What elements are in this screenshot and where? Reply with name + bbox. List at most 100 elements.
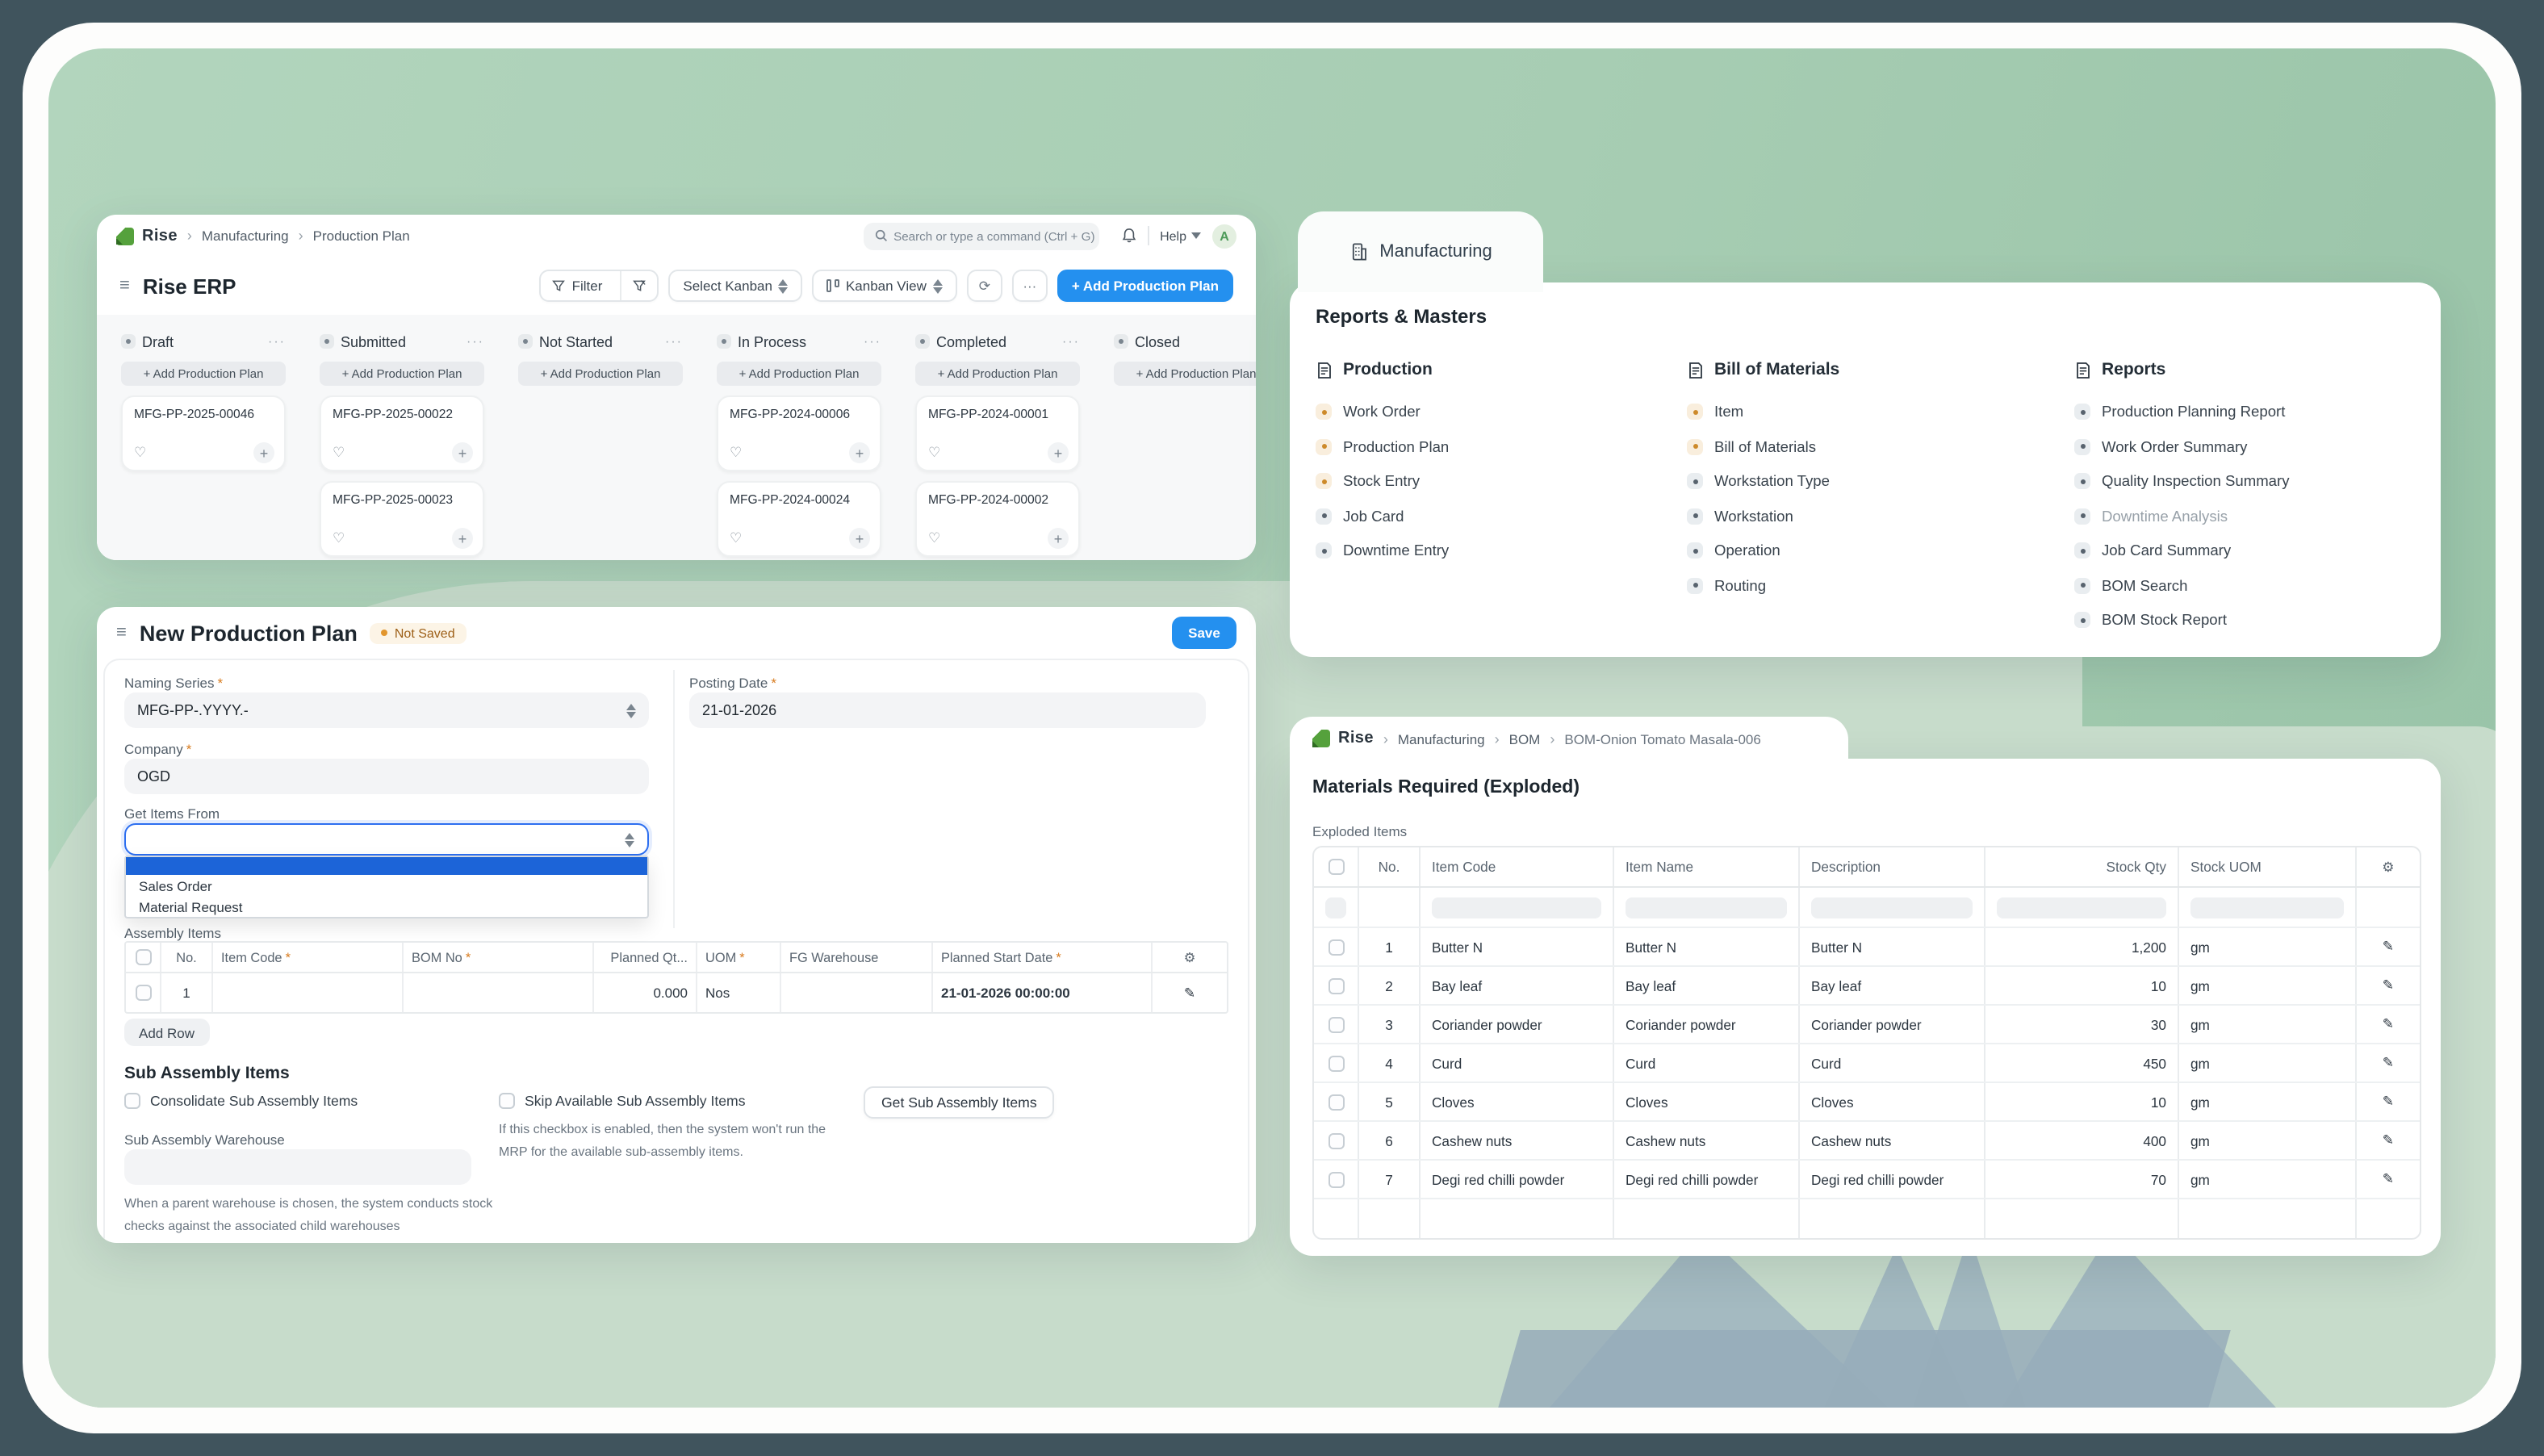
column-add-button[interactable]: + Add Production Plan [915, 362, 1080, 386]
row-bom-no[interactable] [404, 973, 594, 1012]
column-add-button[interactable]: + Add Production Plan [121, 362, 286, 386]
col-header-fg-warehouse[interactable]: FG Warehouse [781, 943, 933, 972]
select-all-checkbox[interactable] [126, 943, 161, 972]
consolidate-checkbox[interactable] [124, 1093, 140, 1109]
link-production-plan[interactable]: Production Plan [1316, 437, 1671, 456]
link-production-planning-report[interactable]: Production Planning Report [2074, 402, 2429, 421]
more-menu-button[interactable]: ··· [1012, 270, 1048, 302]
assign-plus-icon[interactable]: + [1048, 528, 1069, 549]
filter-input[interactable] [1432, 897, 1601, 918]
refresh-button[interactable]: ⟳ [967, 270, 1002, 302]
row-edit-pencil-icon[interactable]: ✎ [2357, 928, 2420, 965]
filter-button[interactable]: Filter [542, 271, 614, 300]
rise-logo-icon[interactable] [116, 227, 134, 245]
table-settings-gear-icon[interactable]: ⚙ [1153, 943, 1227, 972]
column-menu-icon[interactable]: ··· [467, 334, 484, 349]
column-add-button[interactable]: + Add Production Plan [518, 362, 683, 386]
skip-checkbox-row[interactable]: Skip Available Sub Assembly Items [499, 1093, 746, 1109]
avatar[interactable]: A [1212, 224, 1236, 248]
link-job-card[interactable]: Job Card [1316, 506, 1671, 525]
help-menu[interactable]: Help [1160, 228, 1201, 243]
bell-icon[interactable] [1121, 228, 1136, 244]
breadcrumb-production-plan[interactable]: Production Plan [313, 228, 410, 244]
assign-plus-icon[interactable]: + [253, 442, 274, 463]
kanban-card[interactable]: MFG-PP-2024-00006 ♡ + [717, 395, 881, 471]
dropdown-option-material-request[interactable]: Material Request [126, 896, 647, 917]
assign-plus-icon[interactable]: + [452, 528, 473, 549]
col-header-planned-start-date[interactable]: Planned Start Date* [933, 943, 1153, 972]
row-edit-pencil-icon[interactable]: ✎ [2357, 967, 2420, 1004]
global-search-input[interactable]: Search or type a command (Ctrl + G) [863, 222, 1098, 249]
row-uom[interactable]: Nos [697, 973, 781, 1012]
column-menu-icon[interactable]: ··· [1062, 334, 1080, 349]
col-header-planned-qty[interactable]: Planned Qt... [594, 943, 697, 972]
row-checkbox[interactable] [1314, 967, 1359, 1004]
bom-table-row[interactable]: 4 Curd Curd Curd 450 gm ✎ [1314, 1044, 2420, 1083]
filter-input[interactable] [1997, 897, 2166, 918]
row-checkbox[interactable] [1314, 1122, 1359, 1159]
assign-plus-icon[interactable]: + [452, 442, 473, 463]
link-routing[interactable]: Routing [1687, 575, 2042, 595]
consolidate-checkbox-row[interactable]: Consolidate Sub Assembly Items [124, 1093, 358, 1109]
row-checkbox[interactable] [1314, 1083, 1359, 1120]
row-checkbox[interactable] [126, 973, 161, 1012]
filter-input[interactable] [1325, 897, 1346, 918]
column-menu-icon[interactable]: ··· [268, 334, 286, 349]
row-checkbox[interactable] [1314, 1044, 1359, 1082]
get-items-from-select[interactable] [124, 823, 649, 856]
link-bill-of-materials[interactable]: Bill of Materials [1687, 437, 2042, 456]
heart-icon[interactable]: ♡ [730, 444, 742, 462]
save-button[interactable]: Save [1172, 617, 1236, 649]
column-menu-icon[interactable]: ··· [864, 334, 881, 349]
kanban-view-dropdown[interactable]: Kanban View [813, 270, 957, 302]
col-header-item-code[interactable]: Item Code [1421, 847, 1614, 886]
brand-name[interactable]: Rise [142, 227, 178, 245]
naming-series-select[interactable]: MFG-PP-.YYYY.- [124, 692, 649, 728]
link-work-order[interactable]: Work Order [1316, 402, 1671, 421]
kanban-card[interactable]: MFG-PP-2024-00001 ♡ + [915, 395, 1080, 471]
col-header-bom-no[interactable]: BOM No* [404, 943, 594, 972]
assign-plus-icon[interactable]: + [849, 528, 870, 549]
table-settings-gear-icon[interactable]: ⚙ [2357, 847, 2420, 886]
col-header-stock-qty[interactable]: Stock Qty [1985, 847, 2179, 886]
heart-icon[interactable]: ♡ [134, 444, 146, 462]
row-checkbox[interactable] [1314, 1006, 1359, 1043]
link-operation[interactable]: Operation [1687, 541, 2042, 560]
heart-icon[interactable]: ♡ [730, 529, 742, 547]
row-edit-pencil-icon[interactable]: ✎ [1153, 973, 1227, 1012]
select-all-checkbox[interactable] [1314, 847, 1359, 886]
row-edit-pencil-icon[interactable]: ✎ [2357, 1122, 2420, 1159]
bom-table-row[interactable]: 1 Butter N Butter N Butter N 1,200 gm ✎ [1314, 928, 2420, 967]
sub-assembly-warehouse-input[interactable] [124, 1149, 471, 1185]
row-edit-pencil-icon[interactable]: ✎ [2357, 1083, 2420, 1120]
sidebar-toggle-icon[interactable]: ≡ [119, 276, 130, 295]
kanban-card[interactable]: MFG-PP-2024-00024 ♡ + [717, 481, 881, 557]
breadcrumb-bom[interactable]: BOM [1509, 730, 1541, 747]
bom-table-row[interactable]: 3 Coriander powder Coriander powder Cori… [1314, 1006, 2420, 1044]
brand-name[interactable]: Rise [1338, 730, 1374, 747]
select-kanban-dropdown[interactable]: Select Kanban [668, 270, 803, 302]
col-header-uom[interactable]: UOM* [697, 943, 781, 972]
link-item[interactable]: Item [1687, 402, 2042, 421]
kanban-card[interactable]: MFG-PP-2025-00022 ♡ + [320, 395, 484, 471]
add-row-button[interactable]: Add Row [124, 1019, 209, 1046]
col-header-description[interactable]: Description [1800, 847, 1985, 886]
column-menu-icon[interactable]: ··· [665, 334, 683, 349]
col-header-item-name[interactable]: Item Name [1614, 847, 1800, 886]
heart-icon[interactable]: ♡ [928, 529, 940, 547]
row-planned-start-date[interactable]: 21-01-2026 00:00:00 [933, 973, 1153, 1012]
kanban-card[interactable]: MFG-PP-2024-00002 ♡ + [915, 481, 1080, 557]
skip-checkbox[interactable] [499, 1093, 515, 1109]
link-downtime-analysis[interactable]: Downtime Analysis [2074, 506, 2429, 525]
posting-date-input[interactable]: 21-01-2026 [689, 692, 1206, 728]
bom-table-row[interactable]: 2 Bay leaf Bay leaf Bay leaf 10 gm ✎ [1314, 967, 2420, 1006]
get-sub-assembly-items-button[interactable]: Get Sub Assembly Items [864, 1086, 1055, 1119]
link-bom-stock-report[interactable]: BOM Stock Report [2074, 610, 2429, 630]
link-job-card-summary[interactable]: Job Card Summary [2074, 541, 2429, 560]
breadcrumb-bom-doc[interactable]: BOM-Onion Tomato Masala-006 [1564, 730, 1760, 747]
col-header-stock-uom[interactable]: Stock UOM [2179, 847, 2357, 886]
filter-input[interactable] [1811, 897, 1973, 918]
heart-icon[interactable]: ♡ [928, 444, 940, 462]
breadcrumb-manufacturing[interactable]: Manufacturing [202, 228, 289, 244]
row-edit-pencil-icon[interactable]: ✎ [2357, 1044, 2420, 1082]
